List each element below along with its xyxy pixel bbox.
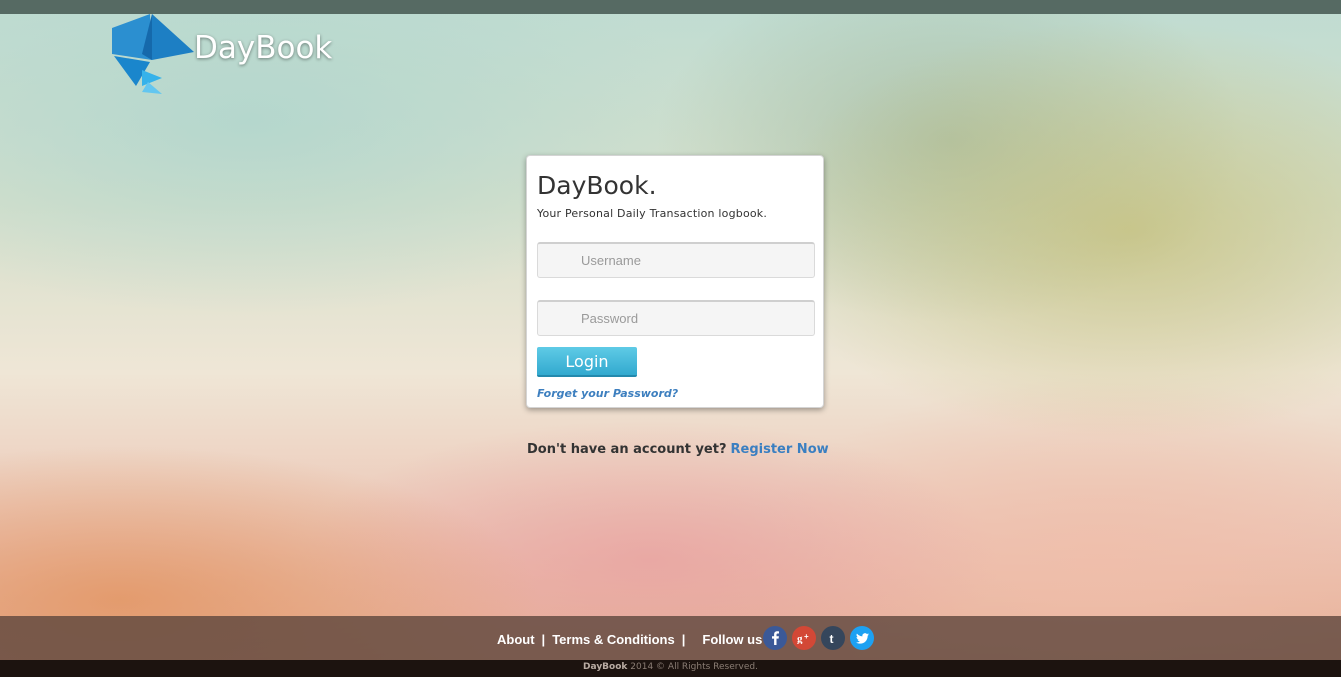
terms-link[interactable]: Terms & Conditions bbox=[552, 632, 675, 647]
password-input[interactable] bbox=[537, 300, 815, 336]
twitter-icon[interactable] bbox=[850, 626, 874, 650]
top-bar bbox=[0, 0, 1341, 14]
copyright-text: 2014 © All Rights Reserved. bbox=[630, 662, 758, 672]
forgot-password-link[interactable]: Forget your Password? bbox=[537, 387, 678, 400]
register-now-link[interactable]: Register Now bbox=[731, 442, 829, 457]
facebook-icon[interactable] bbox=[763, 626, 787, 650]
copyright-bar: DayBook 2014 © All Rights Reserved. bbox=[0, 660, 1341, 677]
register-prompt: Don't have an account yet? Register Now bbox=[527, 442, 829, 457]
svg-text:g: g bbox=[797, 633, 803, 644]
svg-text:+: + bbox=[804, 632, 809, 641]
footer-separator: | bbox=[541, 631, 546, 647]
google-plus-icon[interactable]: g + bbox=[792, 626, 816, 650]
about-link[interactable]: About bbox=[497, 632, 535, 647]
login-title: DayBook. bbox=[537, 171, 657, 200]
daybook-logo-icon bbox=[112, 14, 194, 94]
login-subtitle: Your Personal Daily Transaction logbook. bbox=[537, 207, 768, 220]
svg-text:t: t bbox=[830, 632, 834, 645]
username-input[interactable] bbox=[537, 242, 815, 278]
tumblr-icon[interactable]: t bbox=[821, 626, 845, 650]
login-card: DayBook. Your Personal Daily Transaction… bbox=[526, 155, 824, 408]
register-prompt-text: Don't have an account yet? bbox=[527, 442, 727, 457]
follow-us-label: Follow us : bbox=[702, 631, 771, 647]
login-button[interactable]: Login bbox=[537, 347, 637, 377]
copyright-brand: DayBook bbox=[583, 662, 628, 672]
brand-name: DayBook bbox=[194, 30, 333, 66]
footer-links: About | Terms & Conditions | Follow us : bbox=[497, 630, 774, 648]
brand-header[interactable]: DayBook bbox=[112, 14, 332, 94]
footer-separator: | bbox=[681, 631, 686, 647]
